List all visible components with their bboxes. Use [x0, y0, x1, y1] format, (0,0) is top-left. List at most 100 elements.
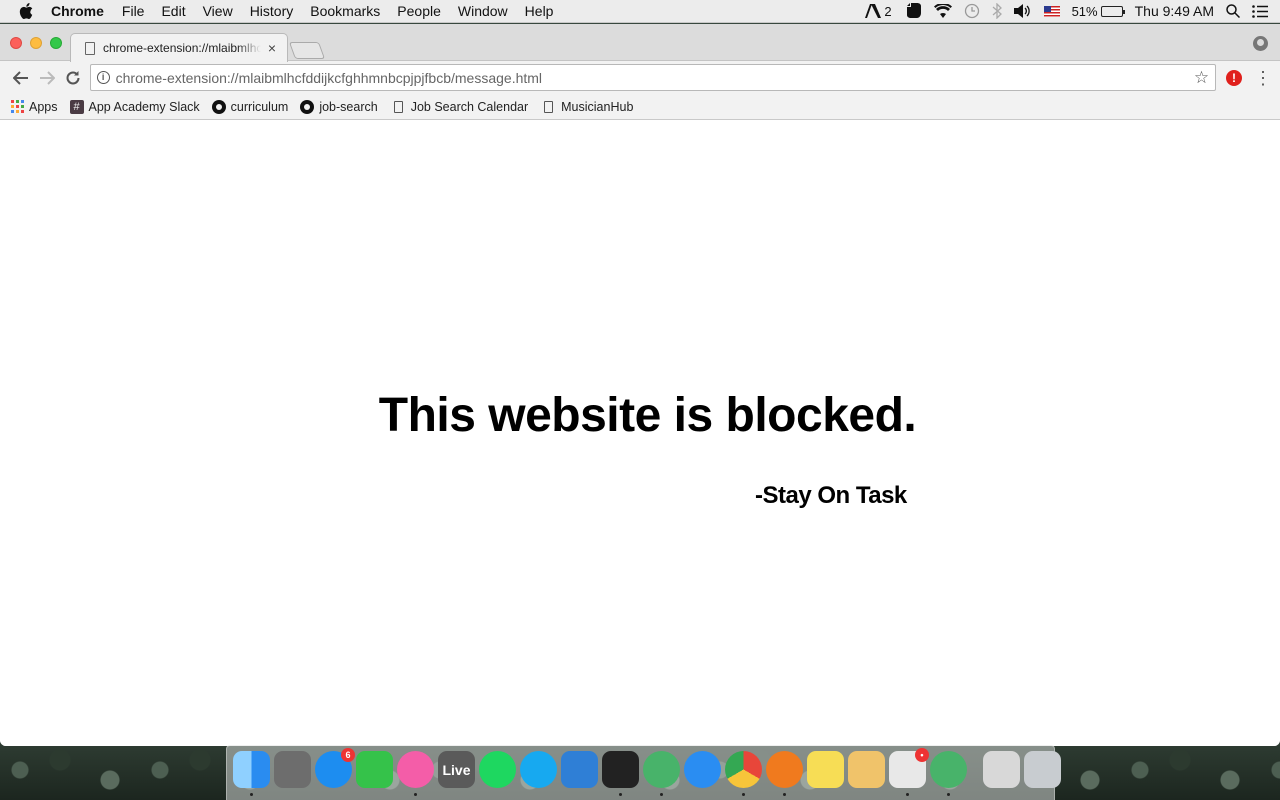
bookmark-label: curriculum — [230, 99, 289, 114]
dock-app-trash[interactable] — [1024, 751, 1061, 788]
spotlight-search-icon[interactable] — [1226, 3, 1240, 19]
dock-app-terminal[interactable] — [602, 751, 639, 796]
dock-app-live[interactable]: Live — [438, 751, 475, 788]
tab-title: chrome-extension://mlaibmlhcfddijkcfghhm… — [103, 41, 261, 55]
dock-running-indicator — [660, 793, 663, 796]
dock-app-chrome[interactable] — [725, 751, 762, 796]
dock-app-atom[interactable] — [643, 751, 680, 796]
dock-running-indicator — [783, 793, 786, 796]
site-info-icon[interactable]: i — [96, 71, 110, 84]
dock-app-itunes[interactable] — [397, 751, 434, 796]
extension-icon[interactable]: ! — [1226, 69, 1243, 86]
us-flag-input-icon[interactable] — [1043, 5, 1060, 17]
bookmark-label: Job Search Calendar — [410, 99, 529, 114]
blocked-signature: -Stay On Task — [755, 482, 907, 509]
adobe-icon[interactable]: 2 — [865, 3, 892, 19]
menu-bookmarks[interactable]: Bookmarks — [310, 3, 380, 19]
bluetooth-icon[interactable] — [992, 3, 1002, 19]
page-content: This website is blocked. -Stay On Task — [0, 121, 1280, 746]
apps-grid-icon — [11, 100, 24, 113]
dock-app-label: Live — [442, 761, 471, 778]
window-close-button[interactable] — [10, 37, 22, 49]
bookmark-job-search-calendar[interactable]: Job Search Calendar — [393, 99, 529, 114]
dock-app-textedit[interactable] — [848, 751, 885, 788]
menu-app-name[interactable]: Chrome — [51, 3, 104, 19]
dock-app-sequel-pro[interactable] — [561, 751, 598, 788]
tab-active[interactable]: chrome-extension://mlaibmlhcfddijkcfghhm… — [70, 33, 288, 62]
adobe-count: 2 — [884, 3, 892, 19]
menu-view[interactable]: View — [203, 3, 233, 19]
dock-app-screenshot[interactable] — [983, 751, 1020, 788]
back-button[interactable] — [8, 65, 34, 91]
bookmark-app-academy-slack[interactable]: # App Academy Slack — [69, 99, 200, 114]
bookmark-label: job-search — [319, 99, 378, 114]
dock-app-app-store[interactable]: 6 — [315, 748, 355, 788]
dock: 6 Live • — [226, 745, 1061, 800]
address-bar-url[interactable]: chrome-extension://mlaibmlhcfddijkcfghhm… — [116, 70, 1194, 86]
page-icon — [544, 100, 554, 113]
dock-app-safari[interactable] — [684, 751, 721, 788]
menu-bar-status-area: 2 51% Thu 9:49 AM — [865, 3, 1280, 19]
menu-window[interactable]: Window — [458, 3, 508, 19]
dock-running-indicator — [947, 793, 950, 796]
apple-icon[interactable] — [19, 3, 35, 19]
forward-button[interactable] — [34, 65, 60, 91]
dock-running-indicator — [250, 793, 253, 796]
browser-toolbar: i chrome-extension://mlaibmlhcfddijkcfgh… — [0, 61, 1280, 94]
volume-icon[interactable] — [1013, 3, 1032, 19]
dock-app-finder[interactable] — [233, 751, 270, 796]
blocked-heading: This website is blocked. — [378, 389, 917, 442]
window-minimize-button[interactable] — [30, 37, 42, 49]
dock-app-skype[interactable] — [520, 751, 557, 788]
battery-status[interactable]: 51% — [1071, 3, 1125, 19]
menu-help[interactable]: Help — [525, 3, 554, 19]
menu-edit[interactable]: Edit — [161, 3, 185, 19]
dock-app-system-preferences[interactable] — [274, 751, 311, 788]
github-icon — [211, 99, 226, 114]
battery-icon — [1100, 5, 1125, 17]
profile-avatar-icon[interactable] — [1253, 36, 1268, 51]
dock-badge: • — [915, 748, 929, 762]
slack-hash-icon: # — [69, 99, 84, 114]
page-icon — [393, 100, 403, 113]
bookmark-apps[interactable]: Apps — [11, 100, 58, 114]
dock-app-slack[interactable]: • — [889, 748, 929, 796]
new-tab-button[interactable] — [288, 42, 326, 59]
dock-app-spotify[interactable] — [479, 751, 516, 788]
mac-menu-bar: Chrome File Edit View History Bookmarks … — [0, 0, 1280, 23]
chrome-menu-icon[interactable]: ⋮ — [1254, 69, 1272, 87]
bookmark-curriculum[interactable]: curriculum — [211, 99, 289, 114]
menu-history[interactable]: History — [250, 3, 294, 19]
github-icon — [300, 99, 315, 114]
window-zoom-button[interactable] — [50, 37, 62, 49]
dock-app-atom-beta[interactable] — [930, 751, 967, 796]
wifi-icon[interactable] — [933, 3, 952, 19]
dock-app-facetime[interactable] — [356, 751, 393, 788]
dock-running-indicator — [414, 793, 417, 796]
dock-app-notes[interactable] — [807, 751, 844, 788]
dock-running-indicator — [906, 793, 909, 796]
menu-file[interactable]: File — [122, 3, 145, 19]
window-controls — [10, 37, 62, 49]
page-favicon-icon — [85, 41, 95, 55]
menu-people[interactable]: People — [397, 3, 441, 19]
chrome-window: chrome-extension://mlaibmlhcfddijkcfghhm… — [0, 24, 1280, 746]
notification-center-icon[interactable] — [1252, 3, 1268, 19]
bookmark-star-icon[interactable]: ☆ — [1194, 68, 1209, 88]
address-bar[interactable]: i chrome-extension://mlaibmlhcfddijkcfgh… — [89, 64, 1217, 91]
reload-button[interactable] — [60, 65, 86, 91]
battery-percent: 51% — [1071, 3, 1098, 19]
bookmark-musicianhub[interactable]: MusicianHub — [544, 100, 633, 114]
time-machine-icon[interactable] — [964, 3, 980, 19]
tab-close-icon[interactable]: × — [265, 40, 279, 56]
dock-running-indicator — [742, 793, 745, 796]
menu-clock[interactable]: Thu 9:49 AM — [1135, 3, 1214, 19]
bookmarks-bar: Apps # App Academy Slack curriculum job-… — [0, 94, 1280, 120]
bookmark-label: MusicianHub — [561, 99, 634, 114]
dock-running-indicator — [619, 793, 622, 796]
dock-badge: 6 — [341, 748, 355, 762]
bookmark-job-search[interactable]: job-search — [300, 99, 378, 114]
dock-app-firefox[interactable] — [766, 751, 803, 796]
evernote-icon[interactable] — [904, 3, 922, 19]
bookmark-label: App Academy Slack — [88, 99, 200, 114]
